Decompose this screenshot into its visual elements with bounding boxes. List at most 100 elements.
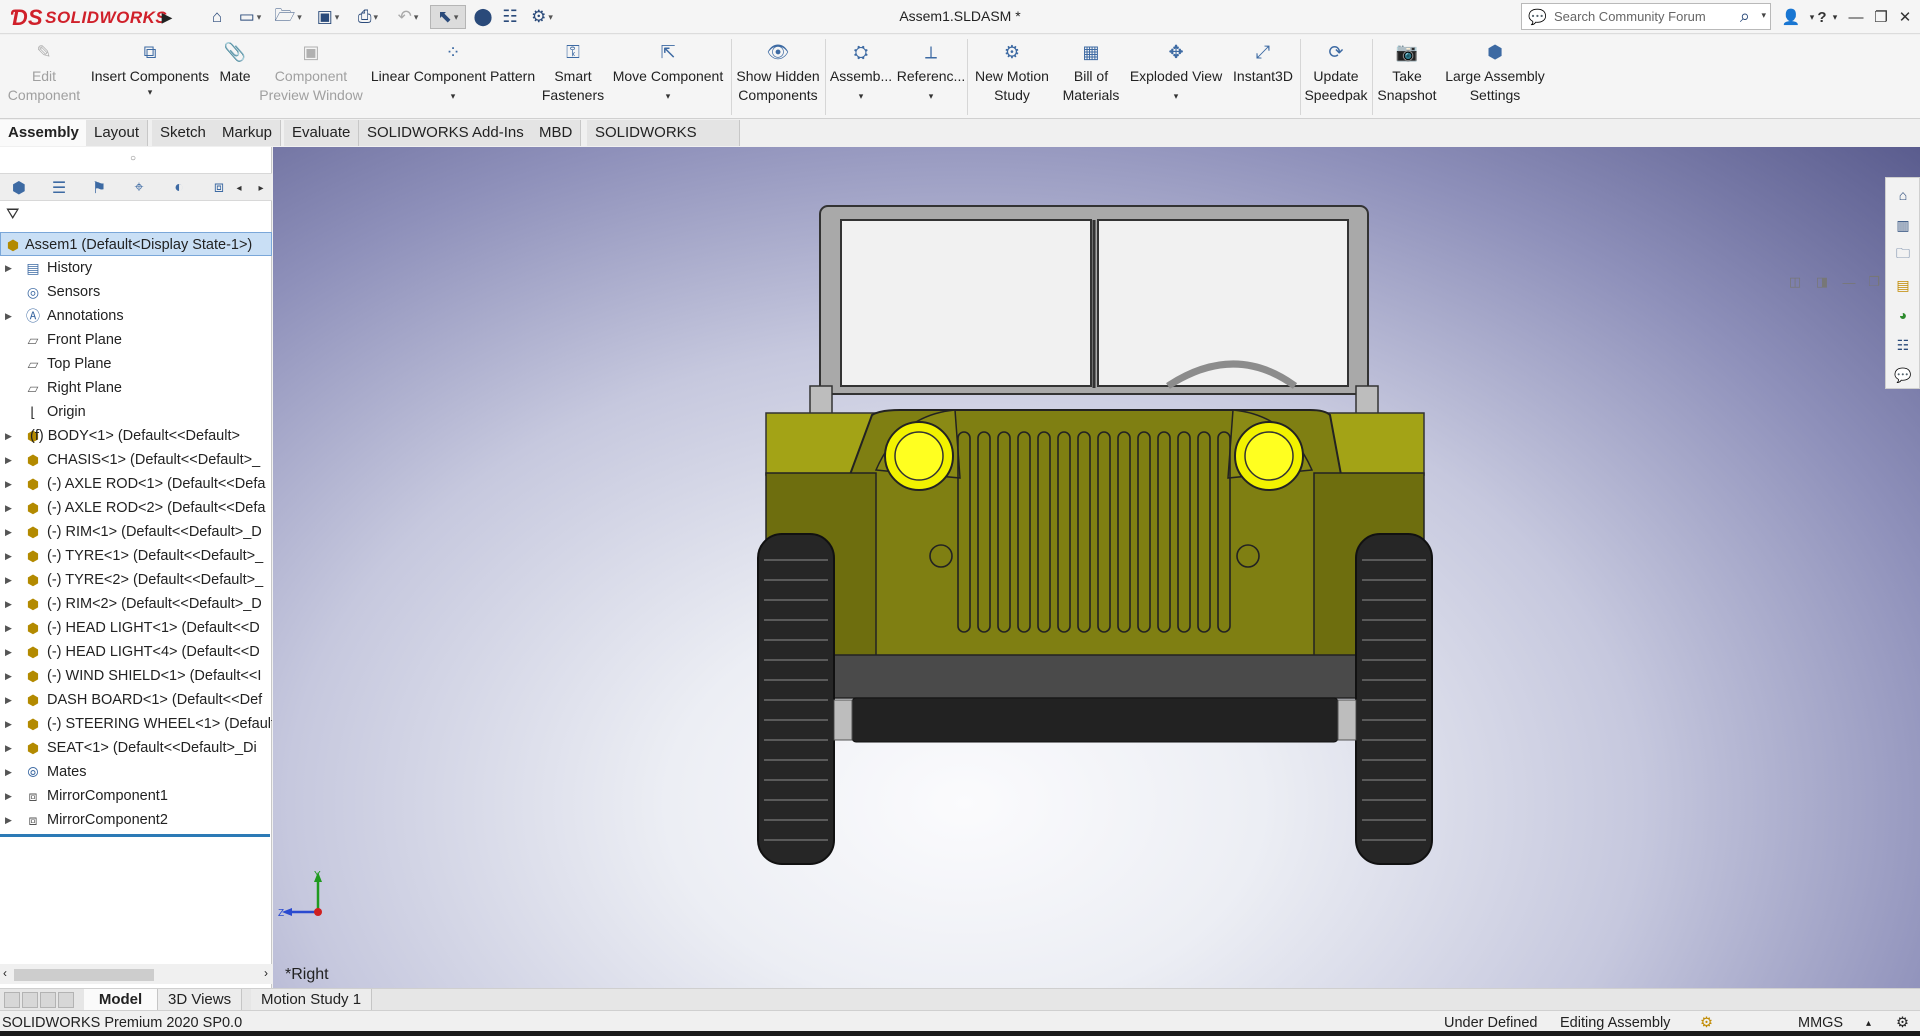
unit-system-dropdown-icon[interactable]: ▴ — [1866, 1018, 1871, 1029]
mate-button[interactable]: 📎 Mate — [213, 41, 257, 117]
expand-arrow-icon[interactable]: ▶ — [5, 472, 12, 496]
close-icon[interactable]: ✕ — [1894, 6, 1916, 28]
chevron-down-icon[interactable]: ▾ — [88, 86, 212, 98]
solidworks-forum-icon[interactable]: 💬 — [1892, 364, 1914, 386]
options-button[interactable]: ⚙ ▾ — [526, 5, 558, 29]
tabs-scroll-left-icon[interactable]: ◂ — [230, 176, 248, 200]
tab-markup[interactable]: Markup — [214, 120, 282, 146]
last-tab-icon[interactable] — [58, 992, 74, 1008]
tree-item-top-plane[interactable]: ▱ Top Plane — [0, 352, 272, 376]
file-properties-icon[interactable]: ☷ — [498, 5, 522, 29]
tree-item-mirror-component[interactable]: ▶ ⧈ MirrorComponent1 — [0, 784, 272, 808]
tab-sketch[interactable]: Sketch — [152, 120, 215, 146]
minimize-icon[interactable]: — — [1845, 6, 1867, 28]
tree-item-part[interactable]: ▶ ⬢ CHASIS<1> (Default<<Default>_ — [0, 448, 272, 472]
bill-of-materials-button[interactable]: ▦ Bill of Materials — [1058, 41, 1124, 117]
tree-item-part[interactable]: ▶ ⬢ (-) TYRE<1> (Default<<Default>_ — [0, 544, 272, 568]
panel-resize-handle[interactable]: ○ — [130, 153, 136, 164]
tree-item-part[interactable]: ▶ ⬢ (-) HEAD LIGHT<4> (Default<<D — [0, 640, 272, 664]
chevron-down-icon[interactable]: ▾ — [608, 90, 728, 102]
tree-item-part[interactable]: ▶ ⬢ (-) RIM<1> (Default<<Default>_D — [0, 520, 272, 544]
appearances-scenes-icon[interactable]: ◕ — [1892, 304, 1914, 326]
linear-component-pattern-button[interactable]: ⁘ Linear Component Pattern ▾ — [368, 41, 538, 117]
search-community-forum[interactable]: 💬 Search Community Forum ⌕ ▾ — [1521, 3, 1771, 30]
tab-solidworks-add-ins[interactable]: SOLIDWORKS Add-Ins — [359, 120, 533, 146]
undo-button[interactable]: ↶ ▾ — [393, 5, 423, 29]
tree-item-part[interactable]: ▶ ⬢ (-) STEERING WHEEL<1> (Default — [0, 712, 272, 736]
tree-item-part[interactable]: ▶ ⬢ (-) HEAD LIGHT<1> (Default<<D — [0, 616, 272, 640]
exploded-view-button[interactable]: ✥ Exploded View ▾ — [1128, 41, 1224, 117]
print-button[interactable]: ⎙ ▾ — [353, 5, 383, 29]
expand-arrow-icon[interactable]: ▶ — [5, 256, 12, 280]
tree-item-part[interactable]: ▶ ⬢ (f) BODY<1> (Default<<Default> — [0, 424, 272, 448]
chevron-down-icon[interactable]: ▾ — [896, 90, 966, 102]
expand-arrow-icon[interactable]: ▶ — [5, 568, 12, 592]
instant3d-button[interactable]: ⤢ Instant3D — [1228, 41, 1298, 117]
tree-root-assembly[interactable]: ⬢ Assem1 (Default<Display State-1>) — [0, 232, 272, 256]
tab-assembly[interactable]: Assembly — [0, 120, 88, 146]
expand-arrow-icon[interactable]: ▶ — [5, 520, 12, 544]
edit-component-button[interactable]: ✎ Edit Component — [2, 41, 86, 117]
design-library-icon[interactable]: ▥ — [1892, 214, 1914, 236]
expand-arrow-icon[interactable]: ▶ — [5, 808, 12, 832]
help-dropdown-icon[interactable]: ▾ — [1828, 6, 1842, 28]
graphics-viewport[interactable]: ⌕ ⊕ ↺ ◧ ✎ ⬚ ▾ ◩ ▾ 👁 ▾ ◕ ◉ ▾ ▭ ▾ ◫ ◨ — ❐ … — [273, 147, 1920, 988]
tree-horizontal-scrollbar[interactable]: ‹ › — [0, 964, 272, 984]
dimxpert-tab-icon[interactable]: ⌖ — [124, 176, 154, 200]
expand-arrow-icon[interactable]: ▶ — [5, 640, 12, 664]
tab-solidworks-cam[interactable]: SOLIDWORKS CAM — [587, 120, 740, 167]
first-tab-icon[interactable] — [4, 992, 20, 1008]
tab-motion-study-1[interactable]: Motion Study 1 — [251, 989, 373, 1010]
take-snapshot-button[interactable]: 📷 Take Snapshot — [1374, 41, 1440, 117]
tree-item-part[interactable]: ▶ ⬢ (-) WIND SHIELD<1> (Default<<I — [0, 664, 272, 688]
tree-item-origin[interactable]: ⌊ Origin — [0, 400, 272, 424]
chevron-down-icon[interactable]: ▾ — [1128, 90, 1224, 102]
scroll-left-icon[interactable]: ‹ — [3, 966, 7, 980]
select-button[interactable]: ⬉ ▾ — [430, 5, 466, 29]
filter-icon[interactable]: ⛛ — [6, 206, 19, 224]
new-motion-study-button[interactable]: ⚙ New Motion Study — [970, 41, 1054, 117]
tab-mbd[interactable]: MBD — [531, 120, 582, 146]
configuration-manager-tab-icon[interactable]: ⚑ — [84, 176, 114, 200]
expand-arrow-icon[interactable]: ▶ — [5, 784, 12, 808]
scroll-right-icon[interactable]: › — [264, 966, 268, 980]
rebuild-status-icon[interactable]: ⚙ — [1700, 1015, 1713, 1031]
chevron-down-icon[interactable]: ▾ — [1761, 10, 1766, 21]
expand-arrow-icon[interactable]: ▶ — [5, 424, 12, 448]
insert-components-button[interactable]: ⧉ Insert Components ▾ — [88, 41, 212, 117]
tab-model[interactable]: Model — [84, 989, 158, 1010]
unit-system[interactable]: MMGS — [1798, 1015, 1843, 1031]
solidworks-logo[interactable]: ƊS SOLIDWORKS — [10, 5, 167, 30]
jeep-3d-model[interactable] — [273, 147, 1920, 988]
tree-item-part[interactable]: ▶ ⬢ (-) TYRE<2> (Default<<Default>_ — [0, 568, 272, 592]
tree-item-front-plane[interactable]: ▱ Front Plane — [0, 328, 272, 352]
tree-item-part[interactable]: ▶ ⬢ SEAT<1> (Default<<Default>_Di — [0, 736, 272, 760]
tree-item-annotations[interactable]: ▶ Ⓐ Annotations — [0, 304, 272, 328]
feature-tree-tab-icon[interactable]: ⬢ — [4, 176, 34, 200]
tab-layout[interactable]: Layout — [86, 120, 149, 146]
reference-geometry-button[interactable]: ⟂ Referenc... ▾ — [896, 41, 966, 117]
user-account-icon[interactable]: 👤 — [1780, 6, 1802, 28]
assembly-features-button[interactable]: ⛭ Assemb... ▾ — [828, 41, 894, 117]
tab-3d-views[interactable]: 3D Views — [158, 989, 243, 1010]
tabs-scroll-right-icon[interactable]: ▸ — [252, 176, 270, 200]
tree-item-sensors[interactable]: ◎ Sensors — [0, 280, 272, 304]
tab-evaluate[interactable]: Evaluate — [284, 120, 360, 146]
search-icon[interactable]: ⌕ — [1740, 6, 1750, 27]
new-file-button[interactable]: ▭ ▾ — [235, 5, 265, 29]
view-palette-icon[interactable]: ▤ — [1892, 274, 1914, 296]
chevron-down-icon[interactable]: ▾ — [828, 90, 894, 102]
rebuild-icon[interactable]: ⬤ — [473, 5, 492, 29]
large-assembly-settings-button[interactable]: ⬢ Large Assembly Settings — [1444, 41, 1546, 117]
tree-item-part[interactable]: ▶ ⬢ (-) RIM<2> (Default<<Default>_D — [0, 592, 272, 616]
show-hidden-components-button[interactable]: 👁 Show Hidden Components — [734, 41, 822, 117]
expand-arrow-icon[interactable]: ▶ — [5, 664, 12, 688]
expand-arrow-icon[interactable]: ▶ — [5, 736, 12, 760]
expand-arrow-icon[interactable]: ▶ — [5, 616, 12, 640]
expand-arrow-icon[interactable]: ▶ — [5, 592, 12, 616]
tree-item-right-plane[interactable]: ▱ Right Plane — [0, 376, 272, 400]
expand-arrow-icon[interactable]: ▶ — [5, 304, 12, 328]
next-tab-icon[interactable] — [40, 992, 56, 1008]
menu-expand-arrow-icon[interactable]: ▶ — [160, 6, 174, 28]
tree-item-part[interactable]: ▶ ⬢ (-) AXLE ROD<1> (Default<<Defa — [0, 472, 272, 496]
